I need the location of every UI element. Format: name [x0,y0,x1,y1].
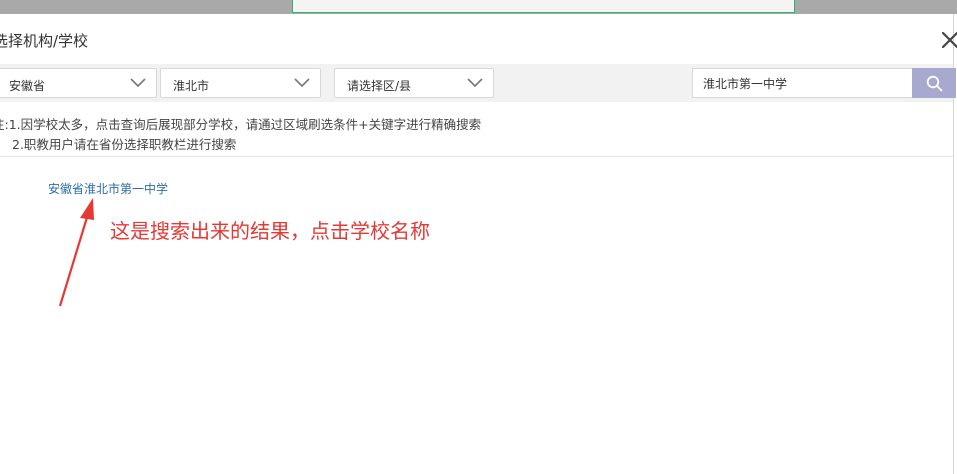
search-icon [926,75,943,92]
close-icon[interactable] [939,29,957,51]
background-tab [292,0,795,13]
note-line-2: 2.职教用户请在省份选择职教栏进行搜索 [12,137,237,152]
district-select-value: 请选择区/县 [347,79,412,93]
dialog-title: 选择机构/学校 [0,32,89,50]
browser-top-strip [0,0,957,14]
school-search-input[interactable] [692,68,913,98]
chevron-down-icon [467,78,483,88]
district-select[interactable]: 请选择区/县 [334,68,494,98]
city-select-value: 淮北市 [173,79,210,93]
result-school-link[interactable]: 安徽省淮北市第一中学 [48,180,168,197]
search-button[interactable] [912,68,956,98]
chevron-down-icon [130,78,146,88]
province-select[interactable]: 安徽省 [0,68,157,98]
annotation-text: 这是搜索出来的结果，点击学校名称 [110,219,430,243]
annotation-arrow [58,198,94,307]
note-line-1: 注:1.因学校太多，点击查询后展现部分学校，请通过区域刷选条件+关键字进行精确搜… [0,117,482,132]
chevron-down-icon [294,78,310,88]
city-select[interactable]: 淮北市 [160,68,321,98]
divider [0,156,953,157]
search-notes: 注:1.因学校太多，点击查询后展现部分学校，请通过区域刷选条件+关键字进行精确搜… [0,115,481,155]
province-select-value: 安徽省 [9,79,46,93]
